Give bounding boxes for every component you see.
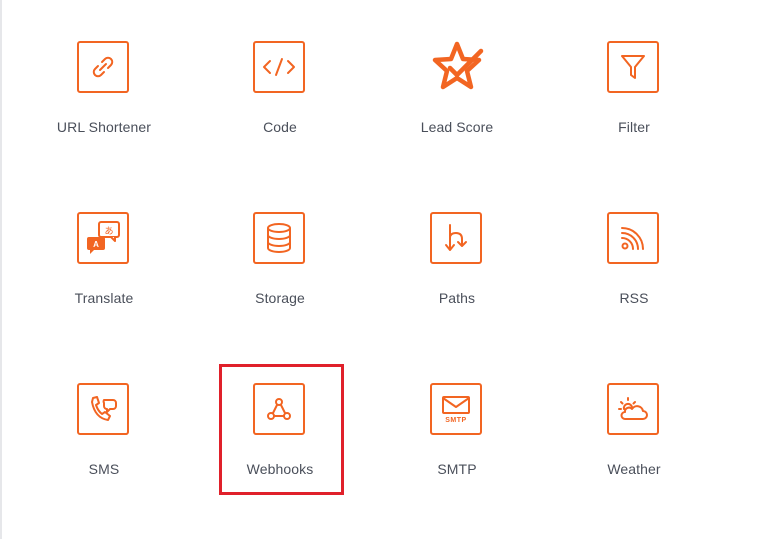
app-tile-weather[interactable]: Weather (564, 383, 704, 493)
app-label: URL Shortener (56, 119, 152, 135)
app-tile-paths[interactable]: Paths (387, 212, 527, 322)
smtp-text: SMTP (445, 417, 466, 424)
app-label: Lead Score (420, 119, 494, 135)
translate-kana: あ (104, 226, 113, 237)
app-label: SMS (88, 461, 120, 477)
app-tile-code[interactable]: Code (210, 41, 350, 151)
app-label: Storage (255, 290, 305, 306)
app-tile-rss[interactable]: RSS (564, 212, 704, 322)
rss-icon (607, 212, 659, 264)
app-label: Weather (607, 461, 661, 477)
selection-highlight (219, 364, 344, 495)
app-label: RSS (619, 290, 649, 306)
app-label: Code (263, 119, 297, 135)
weather-icon (607, 383, 659, 435)
phone-chat-icon (77, 383, 129, 435)
app-tile-smtp[interactable]: SMTP SMTP (387, 383, 527, 493)
app-label: SMTP (437, 461, 477, 477)
app-label: Paths (438, 290, 476, 306)
link-icon (77, 41, 129, 93)
app-label: Translate (74, 290, 134, 306)
app-tile-sms[interactable]: SMS (34, 383, 174, 493)
envelope-icon: SMTP (430, 383, 482, 435)
app-tile-url-shortener[interactable]: URL Shortener (34, 41, 174, 151)
app-tile-translate[interactable]: あ A Translate (34, 212, 174, 322)
app-tile-filter[interactable]: Filter (564, 41, 704, 151)
star-check-icon (428, 38, 486, 96)
app-tile-storage[interactable]: Storage (210, 212, 350, 322)
app-tile-lead-score[interactable]: Lead Score (387, 41, 527, 151)
translate-a: A (93, 240, 99, 249)
paths-icon (430, 212, 482, 264)
app-grid: URL Shortener Code Lead Score Filter あ A… (0, 0, 777, 539)
database-icon (253, 212, 305, 264)
code-icon (253, 41, 305, 93)
app-label: Filter (618, 119, 650, 135)
filter-icon (607, 41, 659, 93)
translate-icon: あ A (77, 212, 129, 264)
